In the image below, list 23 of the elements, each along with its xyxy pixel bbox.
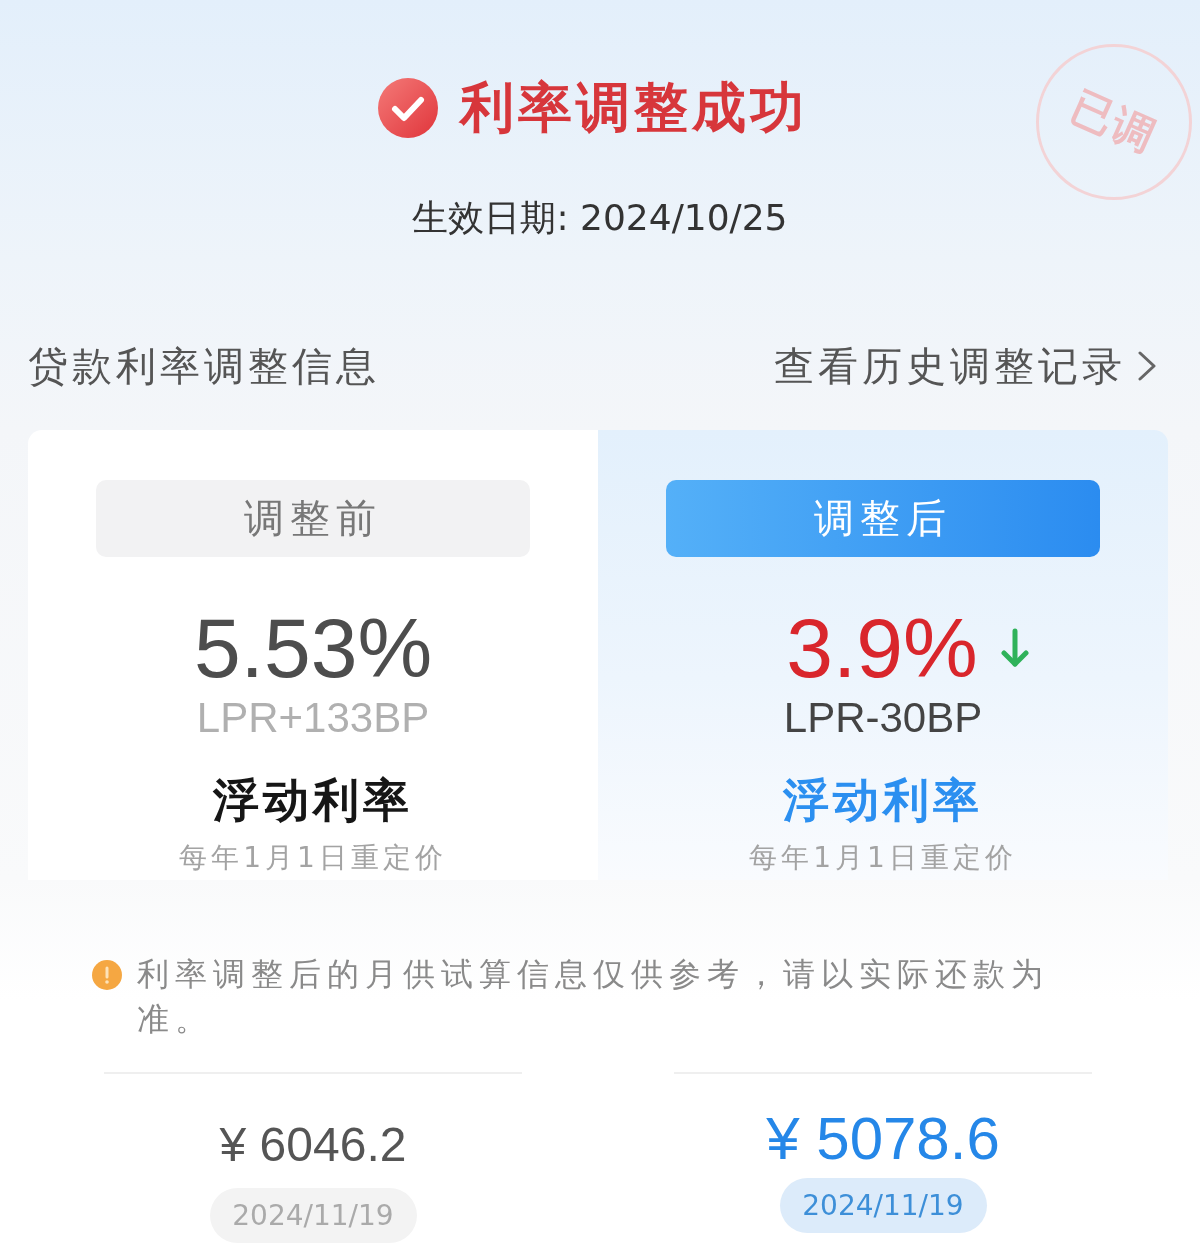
reprice-note: 每年1月1日重定价 [179, 840, 447, 876]
rate-value: 5.53% [193, 603, 433, 693]
rate-value: 3.9% [786, 603, 978, 693]
section-title: 贷款利率调整信息 [28, 342, 380, 390]
monthly-payment: ¥ 6046.2 [219, 1117, 407, 1173]
payment-date: 2024/11/19 [779, 1178, 987, 1233]
chevron-right-icon [1138, 351, 1156, 381]
lpr-spread: LPR+133BP [196, 693, 430, 743]
success-title: 利率调整成功 [460, 78, 808, 138]
rate-type: 浮动利率 [783, 772, 983, 828]
notice-text: 利率调整后的月供试算信息仅供参考，请以实际还款为准。 [137, 954, 1050, 1040]
history-link[interactable]: 查看历史调整记录 [774, 342, 1156, 390]
check-circle-icon [378, 78, 438, 138]
monthly-payment: ¥ 5078.6 [766, 1104, 1000, 1174]
period-label: 调整后 [666, 480, 1100, 557]
payment-date: 2024/11/19 [209, 1188, 417, 1243]
period-label: 调整前 [96, 480, 530, 557]
effective-date: 生效日期: 2024/10/25 [412, 196, 788, 240]
lpr-spread: LPR-30BP [783, 693, 983, 743]
reprice-note: 每年1月1日重定价 [749, 840, 1017, 876]
rate-type: 浮动利率 [213, 772, 413, 828]
adjusted-stamp: 已调 [1036, 44, 1192, 200]
exclamation-icon [92, 960, 122, 990]
